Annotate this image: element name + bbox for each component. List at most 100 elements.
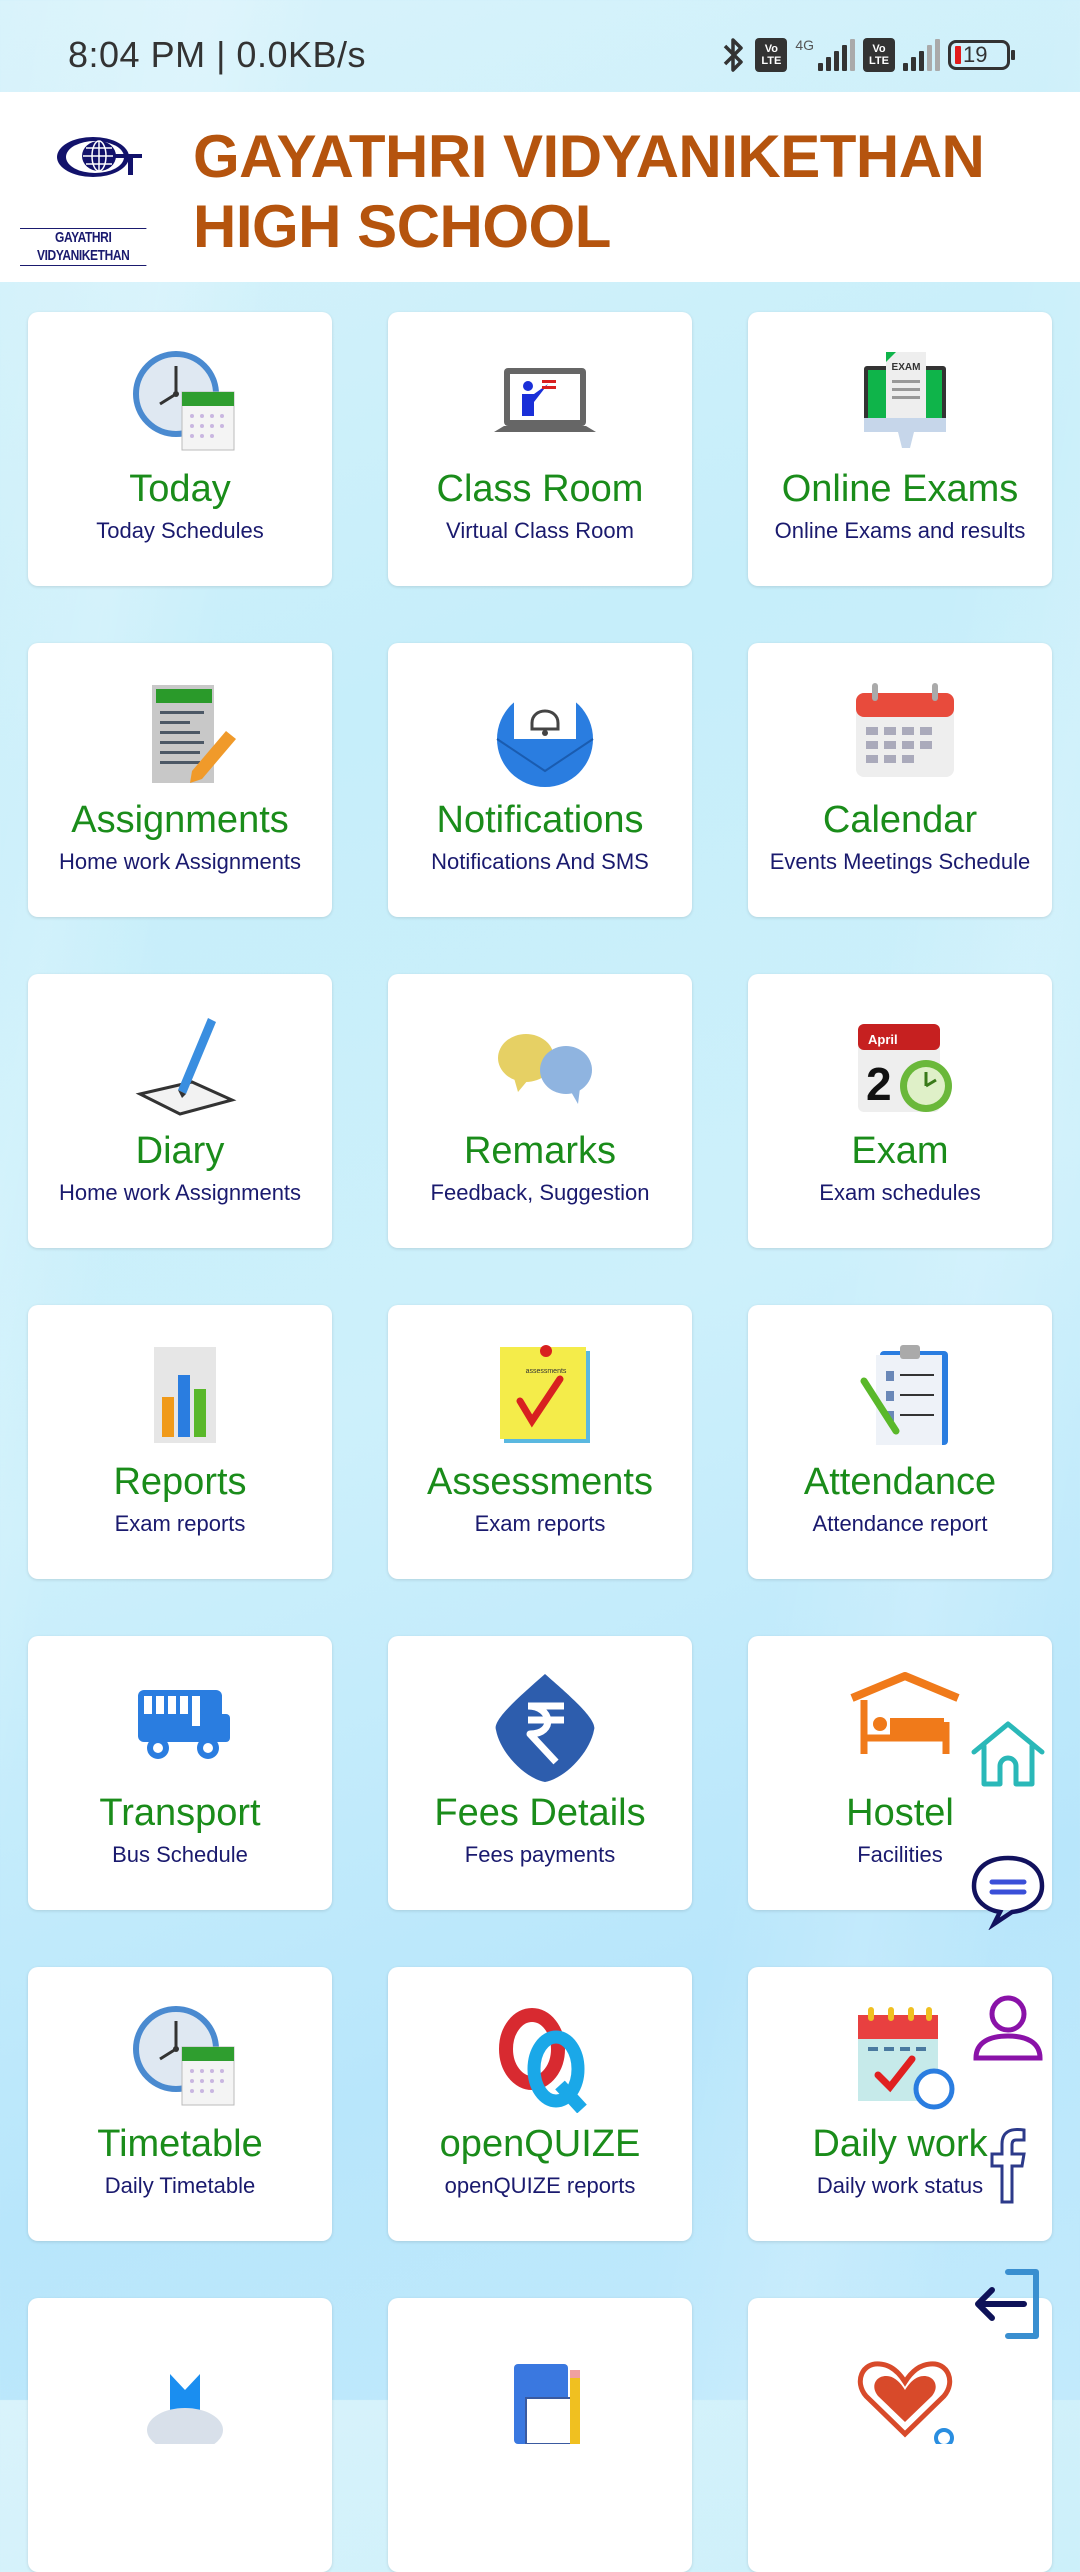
home-icon [971,1721,1045,1787]
tile-remarks[interactable]: Remarks Feedback, Suggestion [388,974,692,1248]
tile-online-exams[interactable]: EXAM Online Exams Online Exams and results [748,312,1052,586]
profile-button[interactable] [968,1990,1048,2070]
svg-text:April: April [868,1032,898,1047]
graduation-icon [147,2374,223,2444]
bell-envelope-icon [496,689,594,787]
tile-item-20[interactable] [388,2298,692,2572]
exam-monitor-icon: EXAM [864,352,946,448]
tile-title: Attendance [803,1461,997,1503]
battery-icon: 19 [948,40,1015,70]
tile-title: Today [129,468,231,510]
sticky-note-check-icon: assessments [500,1345,590,1443]
tile-notifications[interactable]: Notifications Notifications And SMS [388,643,692,917]
status-bar: 8:04 PM | 0.0KB/s Vo LTE 4G Vo LTE 19 [0,0,1080,90]
tile-title: Fees Details [434,1792,646,1834]
tile-reports[interactable]: Reports Exam reports [28,1305,332,1579]
school-header: GAYATHRI VIDYANIKETHAN GAYATHRI VIDYANIK… [0,92,1080,282]
tile-subtitle: Home work Assignments [58,849,302,874]
bed-house-icon [850,1672,960,1754]
tile-subtitle: Notifications And SMS [431,849,649,874]
tile-item-19[interactable] [28,2298,332,2572]
notebook-pencil-icon [514,2364,580,2444]
tile-title: Class Room [436,468,644,510]
bluetooth-icon [724,38,744,72]
calendar-icon [856,683,954,777]
school-logo [57,137,142,177]
tile-title: Hostel [846,1792,954,1834]
tile-subtitle: Online Exams and results [774,518,1026,543]
tile-exam[interactable]: April 2 Exam Exam schedules [748,974,1052,1248]
logo-caption: GAYATHRI VIDYANIKETHAN [20,228,147,266]
quiz-logo-icon [499,2008,587,2113]
volte-label: Vo [764,43,778,55]
tile-subtitle: openQUIZE reports [444,2173,636,2198]
rupee-icon [495,1674,595,1782]
thumbs-speech-icon [498,1034,592,1104]
laptop-teacher-icon [494,368,596,432]
volte-label: LTE [869,55,889,67]
calendar-clock-icon: April 2 [858,1024,952,1112]
tile-title: openQUIZE [439,2123,641,2165]
signal-icon [818,39,855,71]
tile-subtitle: Exam reports [474,1511,606,1536]
tile-title: Diary [135,1130,225,1172]
tile-subtitle: Exam schedules [819,1180,981,1205]
tile-diary[interactable]: Diary Home work Assignments [28,974,332,1248]
tile-title: Reports [113,1461,247,1503]
tile-title: Assessments [427,1461,653,1503]
tile-fees-details[interactable]: Fees Details Fees payments [388,1636,692,1910]
tile-class-room[interactable]: Class Room Virtual Class Room [388,312,692,586]
calendar-check-icon [858,2007,955,2110]
tile-attendance[interactable]: Attendance Attendance report [748,1305,1052,1579]
tile-title: Calendar [822,799,978,841]
tile-calendar[interactable]: Calendar Events Meetings Schedule [748,643,1052,917]
clock-calendar-icon [133,351,235,451]
user-icon [973,1995,1043,2061]
tile-subtitle: Bus Schedule [112,1842,248,1867]
volte-label: LTE [761,55,782,67]
battery-level: 19 [963,42,988,67]
tile-subtitle: Daily Timetable [104,2173,256,2198]
svg-text:2: 2 [866,1058,892,1110]
tile-today[interactable]: Today Today Schedules [28,312,332,586]
clipboard-icon [860,1345,948,1445]
tile-subtitle: Fees payments [464,1842,616,1867]
school-name-line1: GAYATHRI VIDYANIKETHAN [193,123,985,190]
tile-transport[interactable]: Transport Bus Schedule [28,1636,332,1910]
network-type: 4G [795,37,814,53]
logout-button[interactable] [968,2264,1048,2344]
tile-subtitle: Attendance report [812,1511,988,1536]
tile-title: Transport [99,1792,261,1834]
facebook-icon [990,2128,1026,2204]
tile-title: Notifications [436,799,644,841]
chat-button[interactable] [968,1850,1048,1930]
logout-icon [975,2269,1039,2339]
tile-subtitle: Virtual Class Room [446,518,634,543]
document-pencil-icon [152,685,236,783]
tile-openquize[interactable]: openQUIZE openQUIZE reports [388,1967,692,2241]
heart-stethoscope-icon [857,2361,954,2444]
tile-subtitle: Today Schedules [96,518,264,543]
tile-subtitle: Events Meetings Schedule [769,849,1031,874]
home-button[interactable] [968,1716,1048,1796]
tile-subtitle: Feedback, Suggestion [430,1180,650,1205]
school-name-line2: HIGH SCHOOL [193,193,611,260]
status-time: 8:04 PM | 0.0KB/s [68,34,366,75]
report-chart-icon [154,1347,216,1443]
svg-text:assessments: assessments [526,1368,567,1375]
tile-assessments[interactable]: assessments Assessments Exam reports [388,1305,692,1579]
facebook-button[interactable] [980,2124,1036,2204]
clock-calendar-icon [133,2006,235,2106]
svg-text:EXAM: EXAM [892,362,921,373]
tile-subtitle: Exam reports [114,1511,246,1536]
school-name: GAYATHRI VIDYANIKETHAN HIGH SCHOOL [193,122,985,262]
notebook-pen-icon [135,1018,237,1116]
tile-title: Online Exams [781,468,1019,510]
tile-title: Assignments [71,799,289,841]
tile-timetable[interactable]: Timetable Daily Timetable [28,1967,332,2241]
signal-icon [903,39,940,71]
tile-assignments[interactable]: Assignments Home work Assignments [28,643,332,917]
volte-label: Vo [872,43,886,55]
volte-icon: Vo LTE [863,38,895,72]
tile-title: Remarks [463,1130,617,1172]
